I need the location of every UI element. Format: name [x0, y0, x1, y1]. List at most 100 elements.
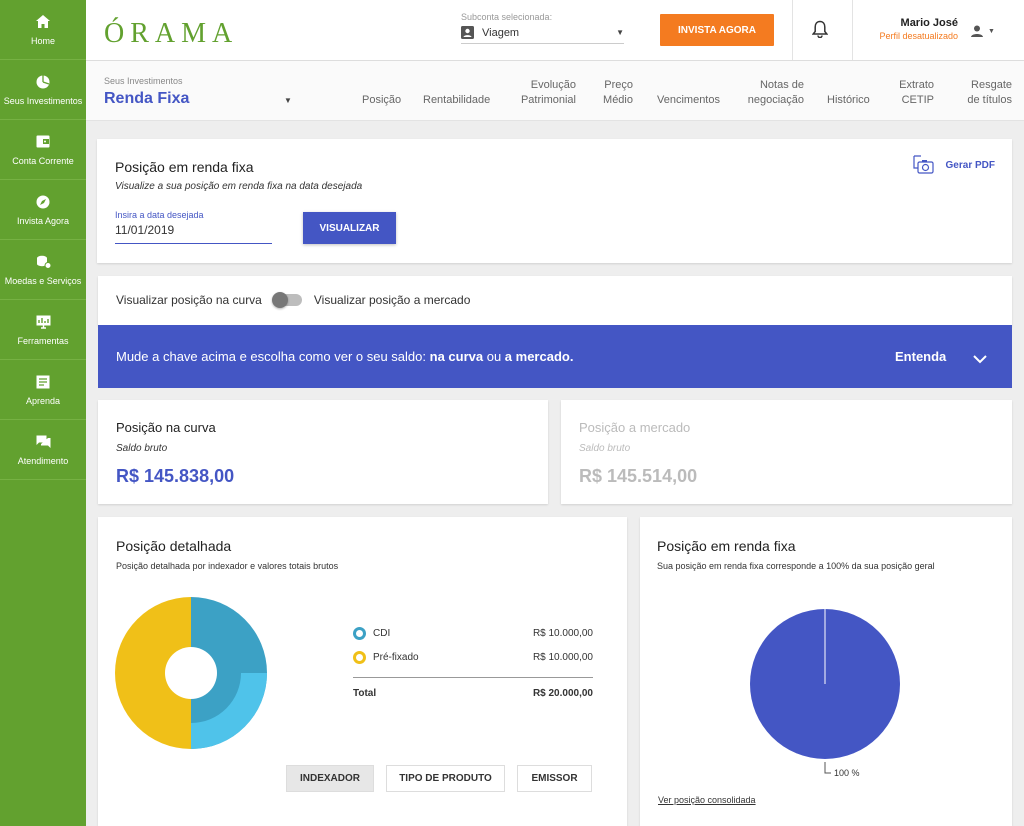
legend-value: R$ 10.000,00 — [532, 652, 593, 663]
legend-item-prefixado[interactable]: Pré-fixado R$ 10.000,00 — [353, 651, 593, 664]
sidebar-item-moedas-e-servicos[interactable]: Moedas e Serviços — [0, 240, 86, 300]
chevron-down-icon: ▼ — [988, 27, 995, 35]
tab-preco-medio[interactable]: Preço Médio — [599, 78, 633, 108]
posicao-curva-card: Posição na curva Saldo bruto R$ 145.838,… — [98, 400, 548, 504]
home-icon — [35, 14, 51, 30]
user-profile-status[interactable]: Perfil desatualizado — [864, 31, 958, 41]
card-title: Posição a mercado — [579, 420, 691, 435]
banner-bold-mercado: a mercado. — [504, 349, 574, 364]
banner-text-prefix: Mude a chave acima e escolha como ver o … — [116, 349, 430, 364]
emissor-button[interactable]: EMISSOR — [517, 765, 592, 792]
sidebar-item-label: Atendimento — [17, 455, 69, 466]
sidebar-item-label: Aprenda — [25, 395, 61, 406]
pdf-camera-icon — [912, 155, 936, 175]
renda-fixa-pie-chart: 100 % — [750, 609, 900, 778]
orama-logo[interactable]: ÓRAMA — [104, 18, 238, 50]
pie-chart-icon — [35, 74, 51, 90]
tab-notas-de-negociacao[interactable]: Notas de negociação — [746, 78, 804, 108]
card-title: Posição em renda fixa — [115, 159, 254, 175]
sidebar-item-atendimento[interactable]: Atendimento — [0, 420, 86, 480]
sidebar-item-invista-agora[interactable]: Invista Agora — [0, 180, 86, 240]
card-subtitle: Saldo bruto — [579, 443, 631, 454]
legend-item-cdi[interactable]: CDI R$ 10.000,00 — [353, 627, 593, 640]
entenda-button[interactable]: Entenda — [895, 349, 946, 364]
info-banner: Mude a chave acima e escolha como ver o … — [98, 325, 1012, 388]
card-subtitle: Sua posição em renda fixa corresponde a … — [657, 561, 935, 571]
person-icon — [970, 24, 984, 38]
legend-name: Pré-fixado — [373, 652, 419, 663]
subconta-value: Viagem — [482, 26, 520, 39]
position-date-card: Posição em renda fixa Visualize a sua po… — [97, 139, 1012, 263]
cdi-dot-icon — [353, 627, 366, 640]
account-box-icon — [461, 26, 474, 39]
curva-mercado-toggle[interactable] — [271, 292, 302, 308]
tab-extrato-cetip[interactable]: Extrato CETIP — [894, 78, 934, 108]
banner-bold-curva: na curva — [429, 349, 484, 364]
sidebar-item-conta-corrente[interactable]: Conta Corrente — [0, 120, 86, 180]
banner-text: Mude a chave acima e escolha como ver o … — [116, 349, 573, 364]
sidebar-item-home[interactable]: Home — [0, 0, 86, 60]
legend-value: R$ 10.000,00 — [532, 628, 593, 639]
total-value: R$ 20.000,00 — [532, 688, 593, 699]
sidebar-item-label: Moedas e Serviços — [4, 275, 82, 286]
toggle-label-curva: Visualizar posição na curva — [116, 293, 262, 307]
sidebar-item-label: Seus Investimentos — [3, 95, 83, 106]
tab-historico[interactable]: Histórico — [827, 93, 870, 108]
indexador-donut-chart — [115, 597, 267, 749]
slice-label-leader — [824, 762, 831, 774]
ver-posicao-consolidada-link[interactable]: Ver posição consolidada — [658, 795, 756, 805]
gerar-pdf-label: Gerar PDF — [945, 159, 995, 171]
sidebar-item-label: Conta Corrente — [12, 155, 74, 166]
balance-value: R$ 145.514,00 — [579, 466, 698, 486]
card-title: Posição em renda fixa — [657, 538, 796, 554]
tab-vencimentos[interactable]: Vencimentos — [657, 93, 720, 108]
chevron-down-icon[interactable]: ▼ — [284, 96, 292, 105]
coins-icon — [35, 254, 51, 270]
tab-resgate-de-titulos[interactable]: Resgate de títulos — [956, 78, 1012, 108]
card-subtitle: Saldo bruto — [116, 443, 168, 454]
chevron-down-icon[interactable] — [973, 351, 987, 369]
header-divider — [852, 0, 853, 60]
invista-agora-button[interactable]: INVISTA AGORA — [660, 14, 774, 46]
compass-icon — [35, 194, 51, 210]
posicao-mercado-card: Posição a mercado Saldo bruto R$ 145.514… — [561, 400, 1012, 504]
subconta-select[interactable]: Viagem ▼ — [461, 26, 624, 44]
sidebar-item-label: Invista Agora — [16, 215, 70, 226]
chat-icon — [35, 434, 51, 450]
toggle-label-mercado: Visualizar posição a mercado — [313, 293, 471, 307]
investments-label: Seus Investimentos — [104, 76, 183, 86]
subconta-selector[interactable]: Subconta selecionada: Viagem ▼ — [461, 12, 624, 44]
sidebar-item-aprenda[interactable]: Aprenda — [0, 360, 86, 420]
sidebar: Home Seus Investimentos Conta Corrente I… — [0, 0, 86, 826]
gerar-pdf-button[interactable]: Gerar PDF — [912, 155, 995, 175]
investment-type-select[interactable]: Renda Fixa — [104, 90, 189, 108]
top-header: ÓRAMA Subconta selecionada: Viagem ▼ INV… — [86, 0, 1024, 61]
sidebar-item-label: Home — [30, 35, 55, 46]
bell-icon[interactable] — [811, 20, 829, 43]
tab-rentabilidade[interactable]: Rentabilidade — [423, 93, 490, 108]
sidebar-item-seus-investimentos[interactable]: Seus Investimentos — [0, 60, 86, 120]
visualizar-button[interactable]: VISUALIZAR — [303, 212, 396, 244]
legend-total: Total R$ 20.000,00 — [353, 677, 593, 699]
user-name: Mario José — [900, 17, 958, 29]
user-info[interactable]: Mario José Perfil desatualizado — [864, 17, 958, 41]
indexador-button[interactable]: INDEXADOR — [286, 765, 374, 792]
slice-data-label: 100 % — [834, 768, 860, 778]
tab-posicao[interactable]: Posição — [362, 93, 401, 108]
card-subtitle: Visualize a sua posição em renda fixa na… — [115, 181, 363, 192]
renda-fixa-share-card: Posição em renda fixa Sua posição em ren… — [640, 517, 1012, 826]
prefixado-dot-icon — [353, 651, 366, 664]
total-label: Total — [353, 688, 377, 699]
sidebar-item-ferramentas[interactable]: Ferramentas — [0, 300, 86, 360]
investments-subnav: Seus Investimentos Renda Fixa ▼ Posição … — [86, 61, 1024, 121]
tipo-de-produto-button[interactable]: TIPO DE PRODUTO — [386, 765, 505, 792]
balance-value: R$ 145.838,00 — [116, 466, 235, 486]
legend-name: CDI — [373, 628, 391, 639]
tab-evolucao-patrimonial[interactable]: Evolução Patrimonial — [518, 78, 576, 108]
sidebar-item-label: Ferramentas — [17, 335, 69, 346]
card-title: Posição na curva — [116, 420, 216, 435]
toggle-card: Visualizar posição na curva Visualizar p… — [98, 276, 1012, 326]
posicao-detalhada-card: Posição detalhada Posição detalhada por … — [98, 517, 627, 826]
date-field[interactable] — [115, 223, 272, 244]
user-menu[interactable]: ▼ — [970, 24, 995, 38]
